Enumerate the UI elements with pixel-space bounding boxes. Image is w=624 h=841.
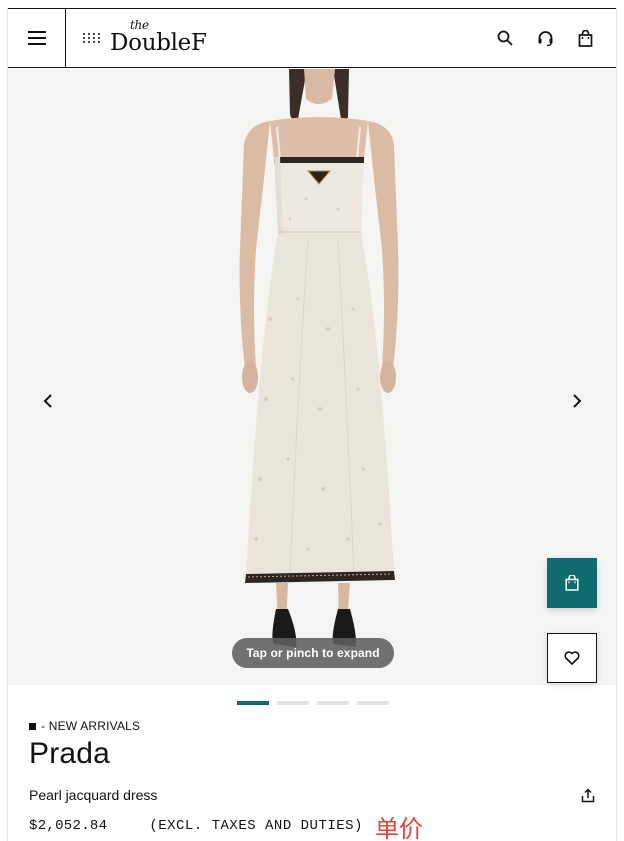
- new-arrivals-tag[interactable]: - NEW ARRIVALS: [29, 719, 599, 733]
- heart-icon: [564, 651, 580, 665]
- image-pagination: [237, 701, 389, 705]
- cart-button[interactable]: [574, 27, 596, 49]
- expand-hint: Tap or pinch to expand: [232, 638, 394, 668]
- price-row: $2,052.84 (EXCL. TAXES AND DUTIES) 单价: [29, 811, 599, 841]
- add-to-bag-button[interactable]: [547, 558, 597, 608]
- share-button[interactable]: [577, 784, 599, 806]
- previous-image-button[interactable]: [36, 389, 60, 413]
- unit-price-annotation: 单价: [374, 814, 423, 841]
- wishlist-button[interactable]: [547, 633, 597, 683]
- share-icon: [581, 787, 595, 802]
- logo-dots-icon: [83, 33, 100, 43]
- pagination-dot-1[interactable]: [237, 701, 269, 705]
- chevron-right-icon: [573, 394, 582, 408]
- product-name: Pearl jacquard dress: [29, 787, 158, 803]
- product-info: - NEW ARRIVALS Prada Pearl jacquard dres…: [29, 719, 599, 841]
- top-header: the DoubleF: [8, 8, 616, 68]
- page-frame: the DoubleF Tap or pinch to expand - NEW…: [7, 8, 617, 841]
- customer-support-button[interactable]: [534, 27, 556, 49]
- pagination-dot-2[interactable]: [277, 701, 309, 705]
- header-actions: [494, 27, 596, 49]
- shopping-bag-icon: [565, 575, 579, 591]
- site-logo[interactable]: the DoubleF: [82, 9, 207, 67]
- description-row: Pearl jacquard dress: [29, 785, 599, 805]
- tax-note: (EXCL. TAXES AND DUTIES): [149, 818, 363, 834]
- headset-icon: [538, 30, 552, 46]
- menu-button[interactable]: [8, 9, 66, 67]
- hamburger-icon: [27, 31, 46, 45]
- logo-the-text: the: [130, 17, 149, 32]
- brand-name[interactable]: Prada: [29, 737, 599, 771]
- logo-word-text: DoubleF: [110, 29, 207, 56]
- product-gallery[interactable]: Tap or pinch to expand: [8, 69, 617, 685]
- shopping-bag-icon: [578, 29, 592, 47]
- search-icon: [497, 30, 513, 46]
- next-image-button[interactable]: [565, 389, 589, 413]
- tag-square-icon: [29, 722, 36, 730]
- pagination-dot-4[interactable]: [357, 701, 389, 705]
- search-button[interactable]: [494, 27, 516, 49]
- logo-wordmark: the DoubleF: [110, 17, 207, 56]
- chevron-left-icon: [43, 394, 52, 408]
- product-price: $2,052.84: [29, 818, 108, 834]
- product-image[interactable]: [8, 69, 617, 685]
- pagination-dot-3[interactable]: [317, 701, 349, 705]
- tag-label: - NEW ARRIVALS: [41, 719, 141, 733]
